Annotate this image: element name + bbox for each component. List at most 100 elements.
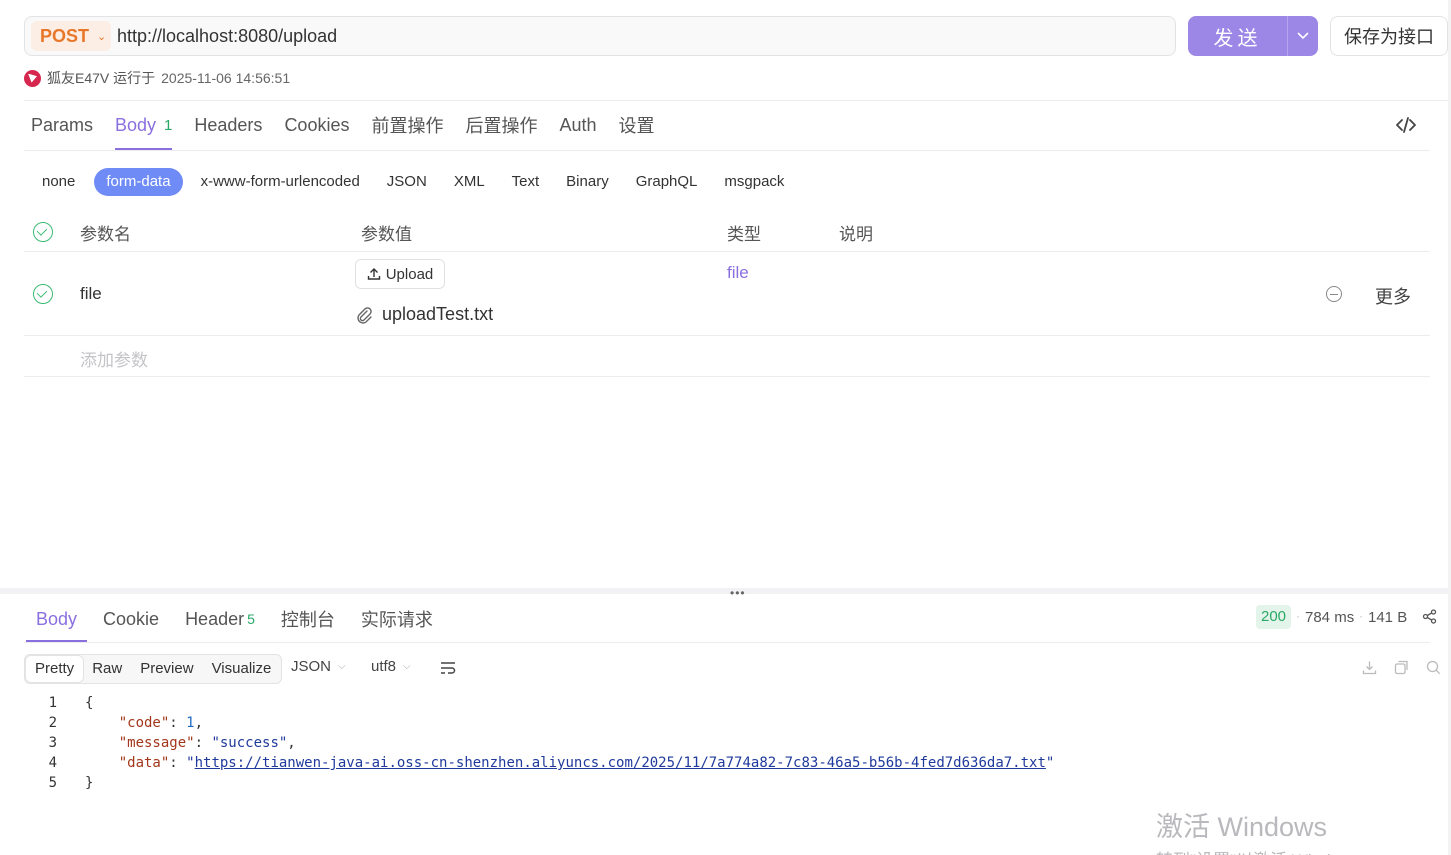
- line-number: 3: [48, 735, 57, 751]
- body-type-xml[interactable]: XML: [442, 168, 497, 196]
- tab-label: Cookie: [103, 608, 160, 629]
- code-text: }: [85, 775, 94, 791]
- minus-circle-icon[interactable]: [1326, 286, 1342, 302]
- format-label: JSON: [291, 658, 332, 675]
- upload-label: Upload: [385, 265, 434, 283]
- check-circle-icon[interactable]: [33, 284, 53, 304]
- divider: [24, 251, 1430, 252]
- format-select[interactable]: JSON ⌵: [291, 658, 346, 675]
- windows-activation-watermark: 激活 Windows 转到"设置"以激活 Windows。: [1156, 805, 1378, 855]
- check-circle-icon[interactable]: [33, 222, 53, 242]
- body-type-form-data[interactable]: form-data: [94, 168, 183, 196]
- chevron-down-icon: ⌵: [338, 661, 346, 672]
- view-mode-visualize[interactable]: Visualize: [203, 656, 281, 682]
- encoding-select[interactable]: utf8 ⌵: [371, 658, 411, 675]
- tab-label: Cookies: [284, 114, 350, 135]
- code-line: 2 "code": 1,: [24, 713, 1054, 733]
- code-line: 1 {: [24, 693, 1054, 713]
- body-type-text[interactable]: Text: [500, 168, 552, 196]
- tab-post-operations[interactable]: 后置操作: [465, 100, 537, 150]
- tab-label: 控制台: [280, 610, 335, 630]
- add-param-input[interactable]: 添加参数: [80, 346, 148, 371]
- tab-label: 实际请求: [360, 610, 433, 630]
- json-key: "data": [118, 755, 170, 771]
- tab-response-body[interactable]: Body: [25, 596, 88, 642]
- url-input[interactable]: http://localhost:8080/upload: [117, 26, 337, 47]
- tab-count-badge: 1: [164, 116, 173, 134]
- tab-cookies[interactable]: Cookies: [284, 100, 349, 150]
- line-number: 2: [48, 715, 57, 731]
- line-number: 4: [48, 755, 57, 771]
- tab-params[interactable]: Params: [31, 100, 93, 150]
- line-number: 1: [48, 695, 57, 711]
- tab-label: 前置操作: [371, 116, 444, 136]
- json-url-link[interactable]: https://tianwen-java-ai.oss-cn-shenzhen.…: [195, 755, 1046, 771]
- tab-headers[interactable]: Headers: [194, 100, 262, 150]
- file-name: uploadTest.txt: [382, 304, 494, 324]
- send-button-group: 发送: [1188, 16, 1318, 56]
- code-text: "data": "https://tianwen-java-ai.oss-cn-…: [118, 755, 1055, 771]
- code-text: {: [85, 695, 94, 711]
- divider: [24, 376, 1430, 377]
- body-type-graphql[interactable]: GraphQL: [624, 168, 710, 196]
- column-header-name: 参数名: [80, 225, 131, 244]
- tab-pre-operations[interactable]: 前置操作: [371, 100, 443, 150]
- tab-actual-request[interactable]: 实际请求: [361, 596, 433, 642]
- response-tabs: Body Cookie Header 5 控制台 实际请求: [24, 596, 1430, 642]
- code-icon[interactable]: [1396, 116, 1416, 134]
- tab-response-cookie[interactable]: Cookie: [103, 596, 159, 642]
- tab-label: Auth: [559, 114, 597, 135]
- code-line: 4 "data": "https://tianwen-java-ai.oss-c…: [24, 753, 1055, 773]
- wrap-lines-icon[interactable]: [440, 661, 456, 675]
- json-value: 1: [186, 715, 195, 731]
- body-type-msgpack[interactable]: msgpack: [712, 168, 796, 196]
- body-type-urlencoded[interactable]: x-www-form-urlencoded: [189, 168, 372, 196]
- send-button[interactable]: 发送: [1188, 16, 1287, 56]
- tab-label: Body: [115, 114, 157, 135]
- view-mode-pretty[interactable]: Pretty: [26, 656, 84, 682]
- method-label: POST: [40, 25, 90, 46]
- tab-auth[interactable]: Auth: [559, 100, 596, 150]
- run-timestamp: 2025-11-06 14:56:51: [161, 70, 291, 86]
- json-key: "message": [118, 735, 195, 751]
- code-line: 3 "message": "success",: [24, 733, 1054, 753]
- save-as-endpoint-button[interactable]: 保存为接口: [1330, 16, 1448, 56]
- tab-console[interactable]: 控制台: [281, 596, 335, 642]
- status-badge: 200: [1256, 605, 1292, 629]
- search-icon[interactable]: [1426, 660, 1441, 675]
- chevron-down-icon: ⌄: [97, 30, 107, 43]
- response-size: 141 B: [1368, 609, 1408, 626]
- json-key: "code": [118, 715, 170, 731]
- param-name-input[interactable]: file: [80, 284, 102, 304]
- column-header-value: 参数值: [361, 225, 412, 244]
- body-type-binary[interactable]: Binary: [554, 168, 621, 196]
- body-type-none[interactable]: none: [30, 168, 87, 196]
- chevron-down-icon: [1297, 32, 1309, 40]
- tab-count-badge: 5: [247, 611, 255, 627]
- response-body-viewer[interactable]: 1 { 2 "code": 1, 3 "message": "success",…: [24, 693, 1055, 793]
- tab-label: 后置操作: [465, 116, 538, 136]
- view-mode-raw[interactable]: Raw: [83, 656, 131, 682]
- tab-body[interactable]: Body 1: [115, 100, 173, 150]
- download-icon[interactable]: [1362, 660, 1377, 675]
- body-type-selector: none form-data x-www-form-urlencoded JSO…: [30, 168, 799, 196]
- body-type-json[interactable]: JSON: [375, 168, 439, 196]
- divider: [24, 150, 1430, 151]
- response-time: 784 ms: [1305, 609, 1355, 626]
- logo-icon: [24, 69, 41, 87]
- view-mode-preview[interactable]: Preview: [131, 656, 202, 682]
- tab-response-header[interactable]: Header 5: [185, 596, 255, 642]
- method-select[interactable]: POST ⌄: [31, 21, 111, 51]
- copy-icon[interactable]: [1394, 660, 1409, 675]
- view-mode-switch: Pretty Raw Preview Visualize: [24, 654, 283, 684]
- param-type-select[interactable]: file: [727, 263, 749, 283]
- share-icon[interactable]: [1422, 609, 1437, 624]
- panel-splitter[interactable]: [0, 588, 1451, 594]
- more-button[interactable]: 更多: [1375, 283, 1411, 309]
- tab-settings[interactable]: 设置: [619, 100, 655, 150]
- divider: [24, 642, 1430, 643]
- upload-button[interactable]: Upload: [355, 259, 445, 289]
- separator-dot: ·: [1296, 609, 1300, 623]
- send-dropdown-button[interactable]: [1288, 16, 1318, 56]
- attached-file[interactable]: uploadTest.txt: [356, 304, 493, 325]
